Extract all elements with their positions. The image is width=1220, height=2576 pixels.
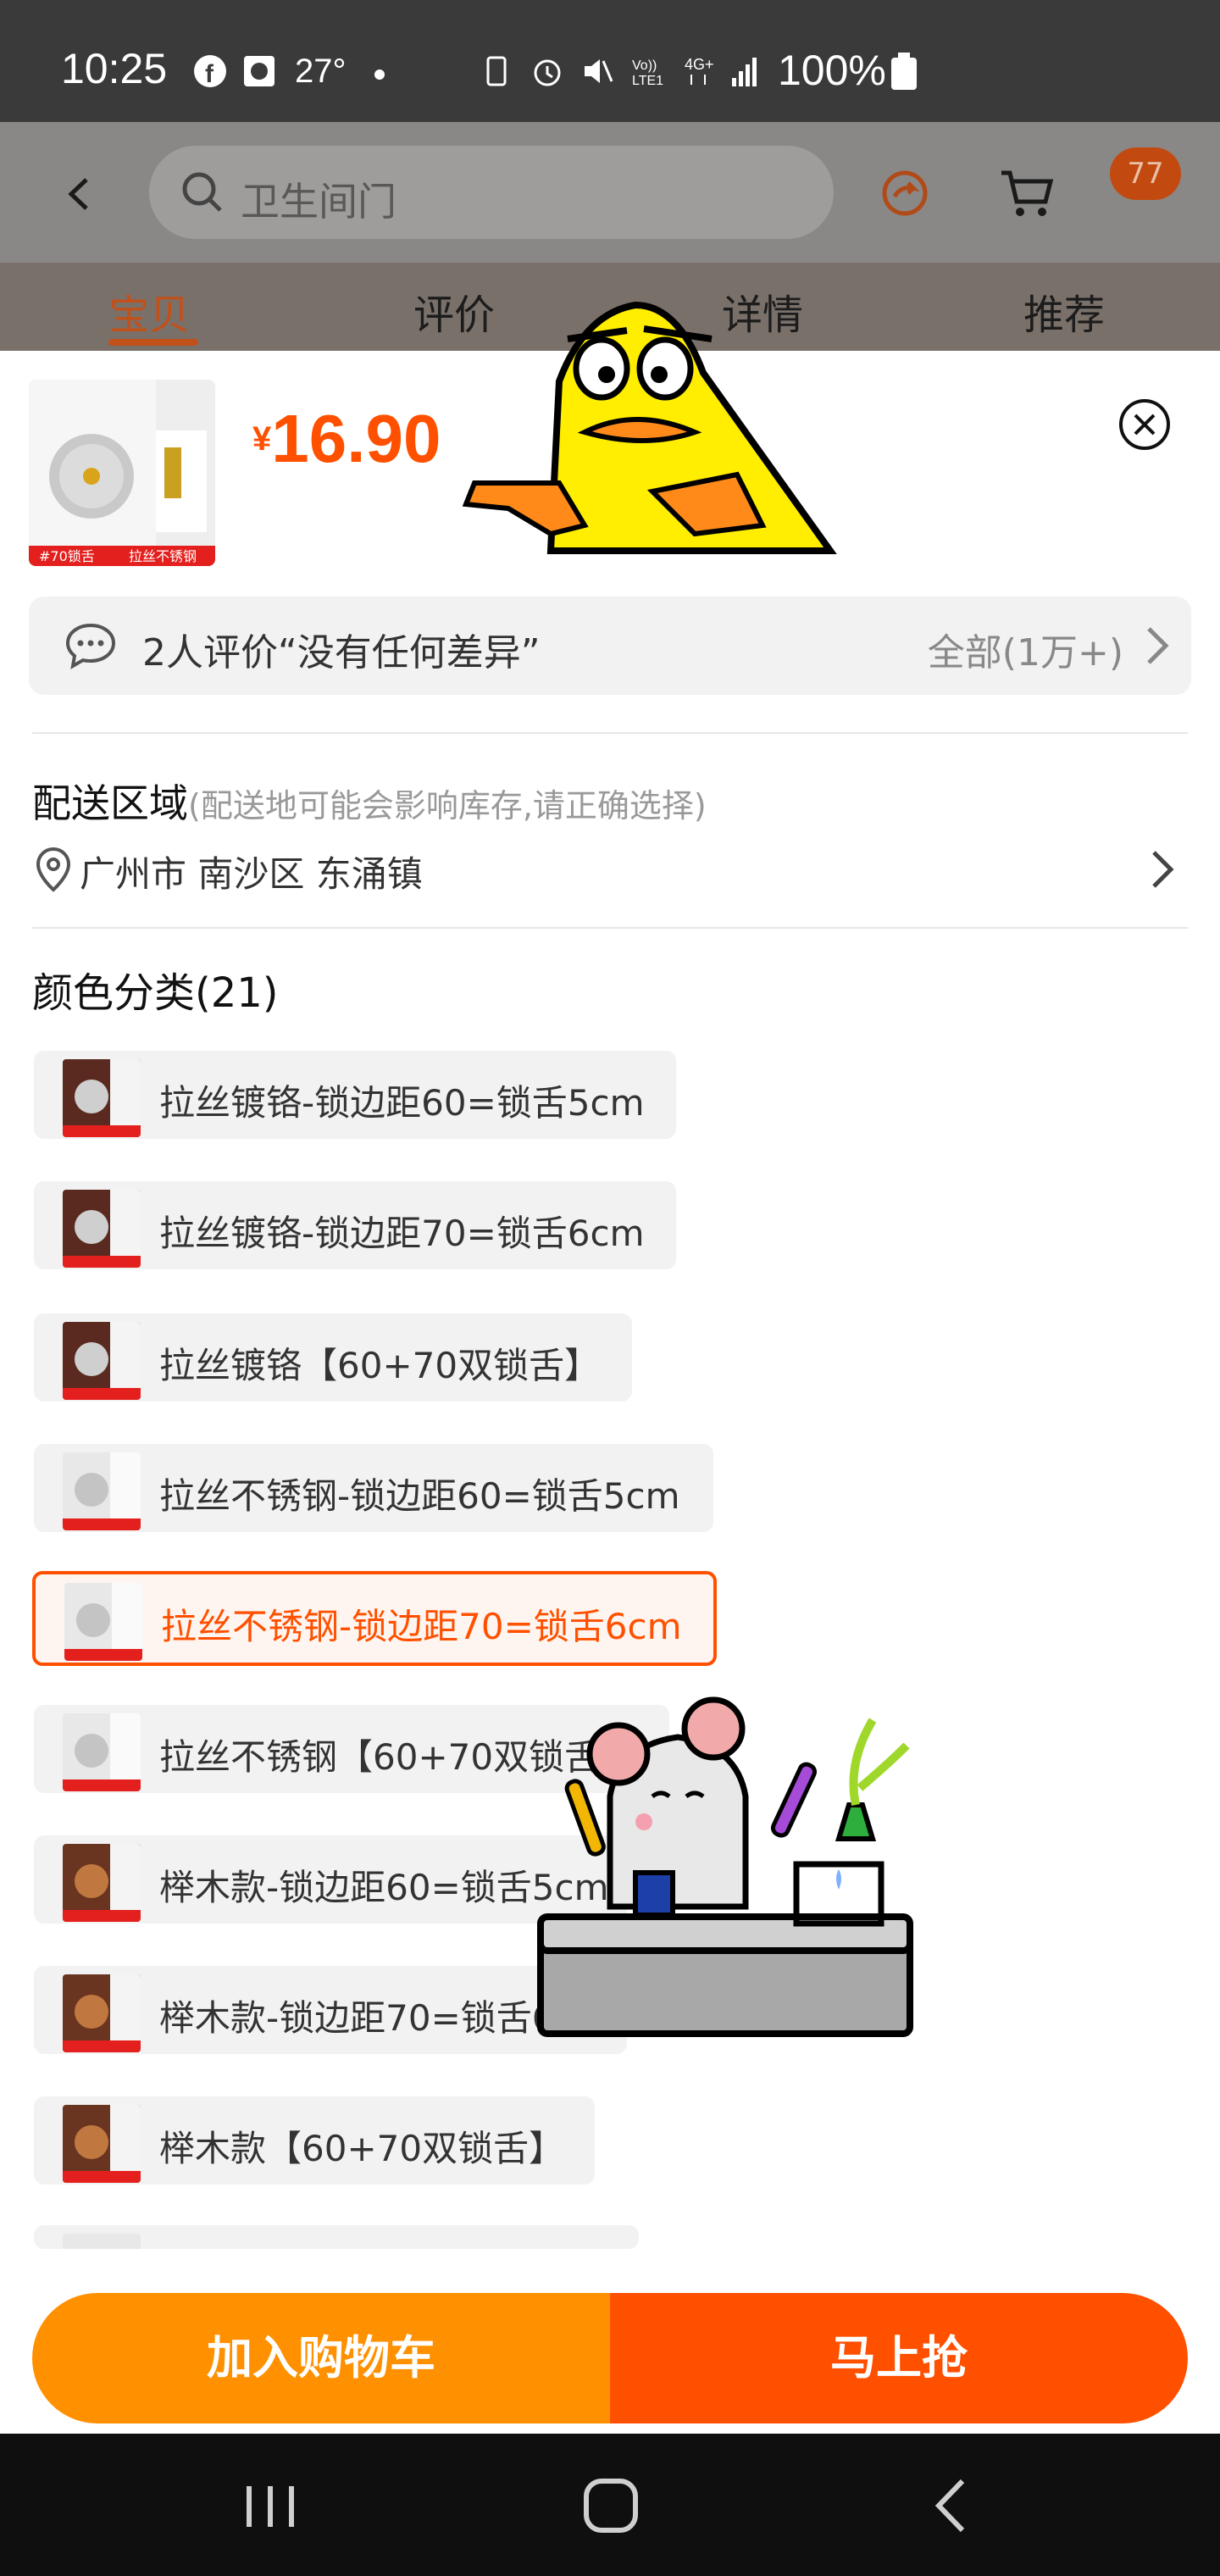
door-lock-image: #70锁舌 拉丝不锈钢: [29, 380, 215, 566]
dot-icon: [374, 69, 385, 80]
shipping-note: (配送地可能会影响库存,请正确选择): [188, 787, 707, 824]
status-time: 10:25: [61, 45, 168, 92]
sku-option[interactable]: 拉丝镀铬【60+70双锁舌】: [34, 1313, 632, 1402]
comment-icon: [65, 623, 116, 669]
search-placeholder: 卫生间门: [241, 179, 396, 225]
app-notification-icon: [244, 56, 274, 86]
sku-label: 榉木款【60+70双锁舌】: [159, 2128, 565, 2169]
sku-thumb: [64, 1583, 142, 1661]
alarm-icon: [534, 59, 561, 86]
status-battery-text: 100%: [778, 47, 886, 94]
sku-thumb: [63, 1190, 141, 1268]
sku-option[interactable]: 拉丝镀铬-锁边距60=锁舌5cm: [34, 1051, 676, 1139]
battery-icon: [891, 53, 917, 90]
sku-label: 拉丝镀铬-锁边距60=锁舌5cm: [159, 1082, 645, 1124]
status-bar: 10:25 f 27° Vo)) LTE1 4G+ 100%: [0, 0, 1220, 122]
chick-sticker: [462, 301, 837, 554]
signal-icon: [732, 58, 757, 86]
sku-option[interactable]: 拉丝镀铬-锁边距70=锁舌6cm: [34, 1181, 676, 1269]
svg-text:4G+: 4G+: [685, 56, 714, 73]
thumb-tag-right: 拉丝不锈钢: [129, 548, 197, 564]
divider: [32, 927, 1188, 929]
svg-text:LTE1: LTE1: [632, 74, 663, 88]
thumb-tag-left: #70锁舌: [39, 548, 95, 564]
sku-label: 拉丝不锈钢-锁边距70=锁舌6cm: [161, 1606, 682, 1647]
chevron-right-icon: [1147, 627, 1169, 664]
facebook-icon: f: [194, 55, 226, 88]
price-value: 16.90: [271, 401, 441, 476]
svg-text:Vo)): Vo)): [632, 58, 657, 73]
divider: [32, 732, 1188, 734]
search-input[interactable]: 卫生间门: [149, 146, 834, 239]
sku-thumb: [63, 1452, 141, 1530]
app-root: 10:25 f 27° Vo)) LTE1 4G+ 100% 卫生间门 77 宝贝…: [0, 0, 1220, 2576]
sku-option-selected[interactable]: 拉丝不锈钢-锁边距70=锁舌6cm: [32, 1571, 717, 1666]
mute-icon: [585, 59, 613, 83]
share-icon[interactable]: [878, 166, 932, 220]
sku-thumb: [63, 1713, 141, 1791]
chevron-right-icon[interactable]: [1145, 846, 1179, 893]
close-icon[interactable]: [1117, 397, 1173, 452]
product-price: ¥16.90: [252, 400, 441, 478]
back-icon[interactable]: [59, 173, 102, 215]
tab-product[interactable]: 宝贝: [108, 281, 190, 341]
4g-icon: 4G+: [685, 56, 714, 85]
sku-thumb: [63, 1844, 141, 1922]
review-text: 2人评价“没有任何差异”: [142, 631, 541, 675]
sku-thumb: [63, 1059, 141, 1137]
sku-label: 拉丝镀铬【60+70双锁舌】: [159, 1345, 601, 1386]
nav-back-icon[interactable]: [915, 2468, 991, 2544]
search-icon: [182, 172, 222, 212]
tab-recommend[interactable]: 推荐: [1023, 281, 1105, 341]
price-currency: ¥: [252, 420, 272, 458]
recent-apps-icon[interactable]: [232, 2468, 308, 2544]
add-to-cart-button[interactable]: 加入购物车: [32, 2293, 610, 2423]
sku-thumb: [63, 1322, 141, 1400]
sku-thumb: [63, 2234, 141, 2249]
review-summary[interactable]: 2人评价“没有任何差异” 全部(1万+): [29, 597, 1191, 695]
shipping-address[interactable]: 广州市 南沙区 东涌镇: [80, 846, 423, 897]
review-all-link[interactable]: 全部(1万+): [928, 622, 1123, 676]
location-icon: [36, 847, 71, 892]
svg-text:f: f: [205, 60, 214, 88]
sku-option[interactable]: 榉木款【60+70双锁舌】: [34, 2096, 595, 2185]
system-nav-bar: [0, 2434, 1220, 2576]
sku-option-partial[interactable]: [34, 2225, 639, 2249]
volte-icon: Vo))LTE1: [632, 58, 663, 88]
color-section-title: 颜色分类(21): [32, 969, 279, 1017]
battery-saver-icon: [486, 56, 507, 86]
shipping-title: 配送区域: [32, 780, 188, 826]
home-icon[interactable]: [573, 2468, 649, 2544]
cart-icon[interactable]: [996, 163, 1056, 222]
sku-label: 拉丝不锈钢-锁边距60=锁舌5cm: [159, 1475, 680, 1517]
cart-badge: 77: [1110, 147, 1181, 200]
sku-thumb: [63, 2105, 141, 2183]
sku-thumb: [63, 1974, 141, 2052]
tab-active-indicator: [108, 339, 198, 346]
product-thumbnail[interactable]: #70锁舌 拉丝不锈钢: [29, 380, 215, 566]
status-temperature: 27°: [295, 53, 347, 90]
sku-label: 拉丝镀铬-锁边距70=锁舌6cm: [159, 1213, 645, 1254]
sku-option[interactable]: 拉丝不锈钢-锁边距60=锁舌5cm: [34, 1444, 713, 1532]
shipping-section-title: 配送区域(配送地可能会影响库存,请正确选择): [32, 773, 707, 829]
mouse-lab-sticker: [537, 1696, 913, 2037]
buy-now-button[interactable]: 马上抢: [610, 2293, 1188, 2423]
